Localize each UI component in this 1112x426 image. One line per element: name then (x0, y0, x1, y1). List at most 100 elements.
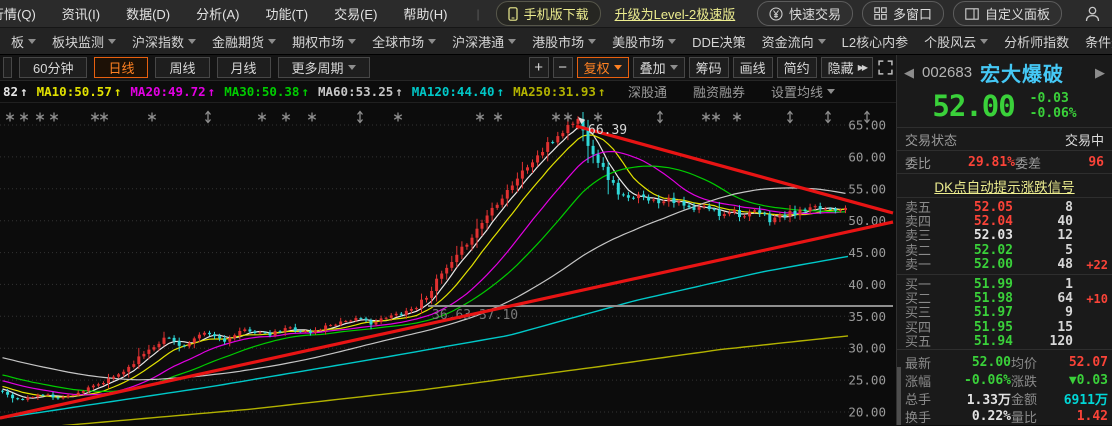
menu-item-0[interactable]: 行情(Q) (0, 4, 49, 23)
more-arrows-icon: ▶▶ (858, 63, 866, 72)
nav-item-7[interactable]: 港股市场 (524, 32, 604, 51)
quick-trade-button[interactable]: 快速交易 (757, 1, 853, 26)
custom-panel-button[interactable]: 自定义面板 (953, 1, 1062, 26)
nav-item-0[interactable]: 板 (3, 32, 44, 51)
level-price: 52.03 (939, 229, 1013, 242)
ma-link-label: 深股通 (628, 82, 667, 101)
nav-item-13[interactable]: 分析师指数 (996, 32, 1077, 51)
weibi-label: 委比 (905, 153, 943, 172)
ma-link-0[interactable]: 深股通 (628, 82, 667, 101)
menu-item-3[interactable]: 分析(A) (183, 4, 252, 23)
up-arrow-icon: ↑ (20, 84, 28, 99)
ask-row[interactable]: 卖四52.0440 (897, 214, 1112, 228)
caret-down-icon (268, 39, 276, 44)
tool-fuquan[interactable]: 复权 (577, 57, 629, 78)
nav-item-12[interactable]: 个股风云 (916, 32, 996, 51)
nav-item-11[interactable]: L2核心内参 (834, 32, 916, 51)
up-arrow-icon: ↑ (301, 84, 309, 99)
expand-icon (878, 60, 893, 75)
bid-row[interactable]: 买五51.94120 (897, 335, 1112, 349)
menu-item-6[interactable]: 帮助(H) (390, 4, 460, 23)
caret-down-icon (980, 39, 988, 44)
level-price: 51.94 (939, 335, 1013, 348)
bid-row[interactable]: 买三51.979 (897, 306, 1112, 320)
up-arrow-icon: ↑ (208, 84, 216, 99)
stat-row-1: 涨幅-0.06%涨跌▼0.03 (905, 371, 1108, 389)
ma-link-2[interactable]: 设置均线 (771, 82, 835, 101)
fullscreen-button[interactable] (878, 60, 893, 75)
stat-value: 52.00 (941, 355, 1011, 370)
ask-row[interactable]: 卖一52.0048+22 (897, 258, 1112, 272)
panel-scrollbar[interactable] (897, 367, 901, 425)
period-tab-1[interactable]: 60分钟 (19, 57, 87, 78)
level2-upgrade-link[interactable]: 升级为Level-2极速版 (615, 4, 736, 23)
stat-label: 量比 (1011, 407, 1059, 425)
nav-item-2[interactable]: 沪深指数 (124, 32, 204, 51)
period-tab-5[interactable]: 更多周期 (278, 57, 370, 78)
nav-item-6[interactable]: 沪深港通 (444, 32, 524, 51)
weicha-label: 委差 (1015, 153, 1061, 172)
period-tab-4[interactable]: 月线 (217, 57, 271, 78)
period-tab-3[interactable]: 周线 (155, 57, 209, 78)
ma-link-1[interactable]: 融资融券 (693, 82, 745, 101)
nav-item-1[interactable]: 板块监测 (44, 32, 124, 51)
menu-item-1[interactable]: 资讯(I) (49, 4, 113, 23)
next-stock-arrow[interactable]: ▶ (1095, 65, 1105, 81)
menu-item-4[interactable]: 功能(T) (252, 4, 321, 23)
period-tab-2[interactable]: 日线 (94, 57, 148, 78)
tool-label: 复权 (584, 58, 610, 77)
stat-label: 换手 (905, 407, 941, 425)
nav-item-14[interactable]: 条件选股 (1077, 32, 1112, 51)
nav-item-8[interactable]: 美股市场 (604, 32, 684, 51)
stat-value: 52.07 (1059, 355, 1108, 370)
nav-item-5[interactable]: 全球市场 (364, 32, 444, 51)
ask-row[interactable]: 卖二52.025 (897, 243, 1112, 257)
dk-signal-link[interactable]: DK点自动提示涨跌信号 (934, 176, 1074, 196)
price-axis: 65.0060.0055.0050.0045.0040.0035.0030.00… (848, 118, 886, 420)
menu-item-5[interactable]: 交易(E) (321, 4, 390, 23)
chart-column: 60分钟日线周线月线更多周期 +−复权叠加筹码画线简约隐藏▶▶ 82↑MA10:… (0, 55, 897, 425)
tool-hide[interactable]: 隐藏▶▶ (821, 57, 873, 78)
nav-item-label: 板 (11, 32, 24, 51)
nav-item-3[interactable]: 金融期货 (204, 32, 284, 51)
stat-value: -0.06% (941, 373, 1011, 388)
multi-window-button[interactable]: 多窗口 (862, 1, 944, 26)
user-account-button[interactable] (1085, 6, 1100, 22)
period-tab-0[interactable] (3, 57, 12, 78)
tool-chips[interactable]: 筹码 (689, 57, 729, 78)
nav-item-10[interactable]: 资金流向 (754, 32, 834, 51)
tool-zoom-in[interactable]: + (529, 57, 549, 78)
ask-row[interactable]: 卖五52.058 (897, 200, 1112, 214)
level-volume: 8 (1013, 201, 1073, 214)
bid-row[interactable]: 买二51.9864+10 (897, 291, 1112, 305)
nav-item-label: 港股市场 (532, 32, 584, 51)
nav-item-9[interactable]: DDE决策 (684, 32, 753, 51)
level-price: 51.99 (939, 278, 1013, 291)
nav-item-label: 美股市场 (612, 32, 664, 51)
caret-down-icon (668, 39, 676, 44)
ma-label: MA250:31.93 (513, 84, 596, 99)
nav-item-label: 条件选股 (1085, 32, 1112, 51)
ma-label: MA120:44.40 (412, 84, 495, 99)
tool-simple[interactable]: 简约 (777, 57, 817, 78)
tool-draw-line[interactable]: 画线 (733, 57, 773, 78)
trade-status-value: 交易中 (1065, 130, 1104, 149)
tool-zoom-out[interactable]: − (553, 57, 573, 78)
menu-item-2[interactable]: 数据(D) (113, 4, 183, 23)
bid-row[interactable]: 买一51.991 (897, 277, 1112, 291)
candlestick-chart-area[interactable]: 65.0060.0055.0050.0045.0040.0035.0030.00… (0, 103, 896, 425)
mobile-download-button[interactable]: 手机版下载 (496, 1, 601, 26)
ask-row[interactable]: 卖三52.0312 (897, 229, 1112, 243)
tool-overlay[interactable]: 叠加 (633, 57, 685, 78)
price-change: -0.03 -0.06% (1030, 91, 1077, 121)
svg-text:20.00: 20.00 (848, 405, 886, 420)
ma-value-5: MA120:44.40↑ (412, 84, 504, 99)
caret-down-icon (508, 39, 516, 44)
prev-stock-arrow[interactable]: ◀ (904, 65, 914, 81)
nav-item-4[interactable]: 期权市场 (284, 32, 364, 51)
user-icon (1085, 6, 1100, 22)
level-label: 卖四 (905, 215, 939, 228)
level-label: 卖二 (905, 244, 939, 257)
bid-row[interactable]: 买四51.9515 (897, 320, 1112, 334)
candlestick-chart[interactable]: 65.0060.0055.0050.0045.0040.0035.0030.00… (0, 103, 896, 425)
